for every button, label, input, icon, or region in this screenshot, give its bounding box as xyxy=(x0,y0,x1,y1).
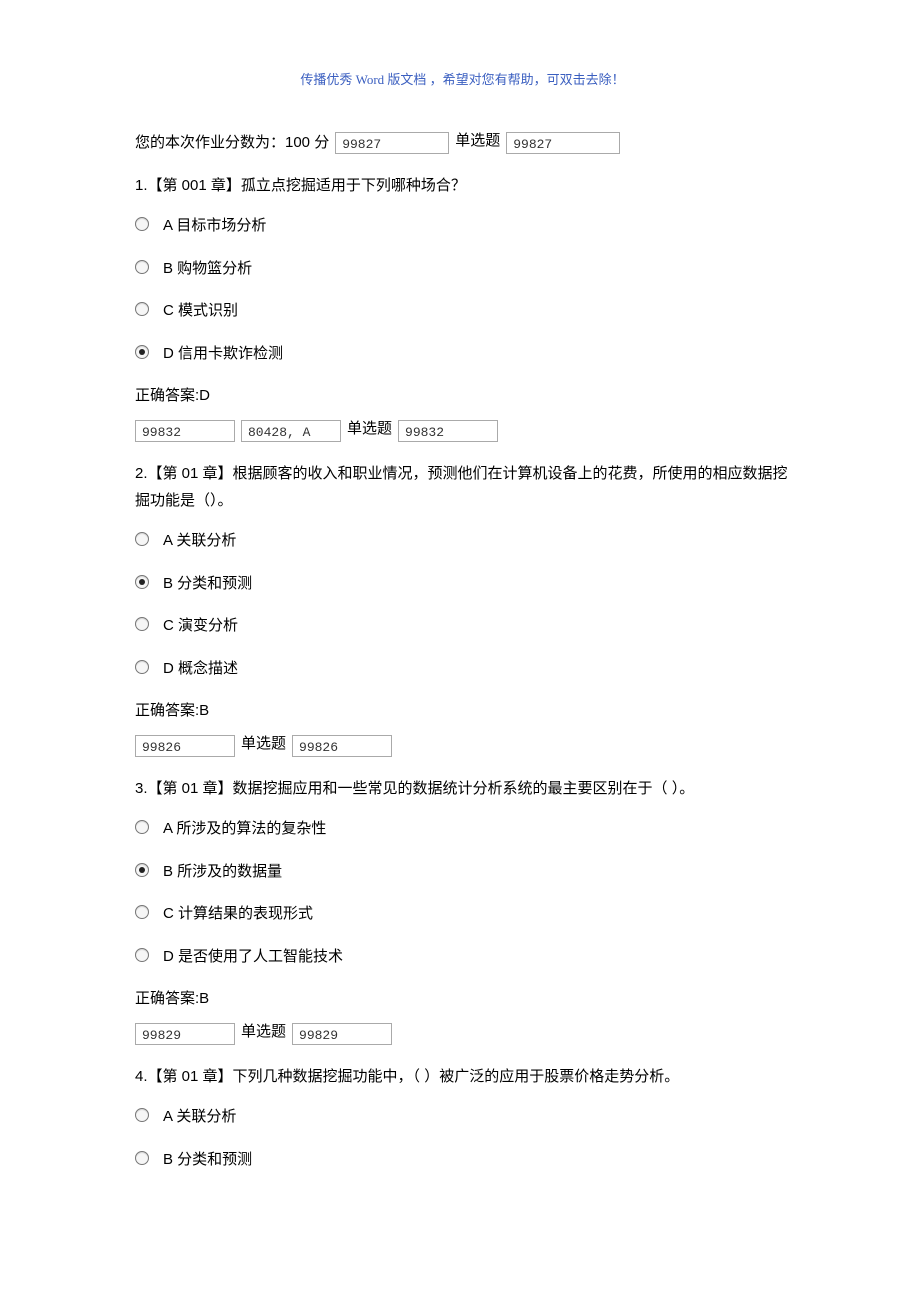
section-type-label: 单选题 xyxy=(347,418,392,443)
code-box: 99829 xyxy=(135,1023,235,1045)
option-label: D 是否使用了人工智能技术 xyxy=(163,946,343,969)
question-text: 2.【第 01 章】根据顾客的收入和职业情况，预测他们在计算机设备上的花费，所使… xyxy=(135,460,790,514)
option-row[interactable]: C 计算结果的表现形式 xyxy=(135,903,790,926)
radio-icon[interactable] xyxy=(135,1108,149,1122)
option-label: B 分类和预测 xyxy=(163,1149,252,1172)
code-box: 99826 xyxy=(135,735,235,757)
option-row[interactable]: B 所涉及的数据量 xyxy=(135,861,790,884)
code-box: 99826 xyxy=(292,735,392,757)
option-row[interactable]: B 分类和预测 xyxy=(135,1149,790,1172)
section-type-label: 单选题 xyxy=(241,733,286,758)
correct-answer: 正确答案:B xyxy=(135,700,790,723)
option-row[interactable]: C 模式识别 xyxy=(135,300,790,323)
option-row[interactable]: A 关联分析 xyxy=(135,530,790,553)
radio-icon[interactable] xyxy=(135,905,149,919)
option-row[interactable]: C 演变分析 xyxy=(135,615,790,638)
code-box: 80428, A xyxy=(241,420,341,442)
radio-icon[interactable] xyxy=(135,260,149,274)
radio-icon[interactable] xyxy=(135,302,149,316)
radio-icon[interactable] xyxy=(135,217,149,231)
option-row[interactable]: D 概念描述 xyxy=(135,658,790,681)
section-type-label: 单选题 xyxy=(455,130,500,155)
option-row[interactable]: A 所涉及的算法的复杂性 xyxy=(135,818,790,841)
separator-row: 99826 单选题 99826 xyxy=(135,733,790,758)
option-label: A 关联分析 xyxy=(163,530,236,553)
option-label: C 计算结果的表现形式 xyxy=(163,903,313,926)
separator-row: 99829 单选题 99829 xyxy=(135,1021,790,1046)
radio-icon[interactable] xyxy=(135,948,149,962)
option-label: D 信用卡欺诈检测 xyxy=(163,343,283,366)
option-row[interactable]: D 是否使用了人工智能技术 xyxy=(135,946,790,969)
option-row[interactable]: D 信用卡欺诈检测 xyxy=(135,343,790,366)
option-row[interactable]: B 分类和预测 xyxy=(135,573,790,596)
option-label: D 概念描述 xyxy=(163,658,238,681)
option-row[interactable]: A 关联分析 xyxy=(135,1106,790,1129)
radio-icon[interactable] xyxy=(135,345,149,359)
score-line: 您的本次作业分数为：100 分 99827 单选题 99827 xyxy=(135,130,790,155)
code-box: 99832 xyxy=(135,420,235,442)
correct-answer: 正确答案:D xyxy=(135,385,790,408)
question-text: 4.【第 01 章】下列几种数据挖掘功能中，（ ）被广泛的应用于股票价格走势分析… xyxy=(135,1063,790,1090)
radio-icon[interactable] xyxy=(135,820,149,834)
correct-answer: 正确答案:B xyxy=(135,988,790,1011)
option-label: A 所涉及的算法的复杂性 xyxy=(163,818,326,841)
header-note: 传播优秀 Word 版文档 ，希望对您有帮助，可双击去除！ xyxy=(135,70,790,90)
radio-icon[interactable] xyxy=(135,532,149,546)
option-label: B 分类和预测 xyxy=(163,573,252,596)
code-box: 99827 xyxy=(335,132,449,154)
question-text: 1.【第 001 章】孤立点挖掘适用于下列哪种场合？ xyxy=(135,172,790,199)
radio-icon[interactable] xyxy=(135,660,149,674)
option-row[interactable]: A 目标市场分析 xyxy=(135,215,790,238)
code-box: 99832 xyxy=(398,420,498,442)
radio-icon[interactable] xyxy=(135,1151,149,1165)
separator-row: 99832 80428, A 单选题 99832 xyxy=(135,418,790,443)
option-label: B 所涉及的数据量 xyxy=(163,861,282,884)
question-text: 3.【第 01 章】数据挖掘应用和一些常见的数据统计分析系统的最主要区别在于（ … xyxy=(135,775,790,802)
radio-icon[interactable] xyxy=(135,617,149,631)
radio-icon[interactable] xyxy=(135,575,149,589)
option-label: C 模式识别 xyxy=(163,300,238,323)
code-box: 99829 xyxy=(292,1023,392,1045)
code-box: 99827 xyxy=(506,132,620,154)
radio-icon[interactable] xyxy=(135,863,149,877)
option-label: A 目标市场分析 xyxy=(163,215,266,238)
option-label: C 演变分析 xyxy=(163,615,238,638)
option-label: A 关联分析 xyxy=(163,1106,236,1129)
section-type-label: 单选题 xyxy=(241,1021,286,1046)
option-label: B 购物篮分析 xyxy=(163,258,252,281)
option-row[interactable]: B 购物篮分析 xyxy=(135,258,790,281)
score-text: 您的本次作业分数为：100 分 xyxy=(135,132,329,155)
